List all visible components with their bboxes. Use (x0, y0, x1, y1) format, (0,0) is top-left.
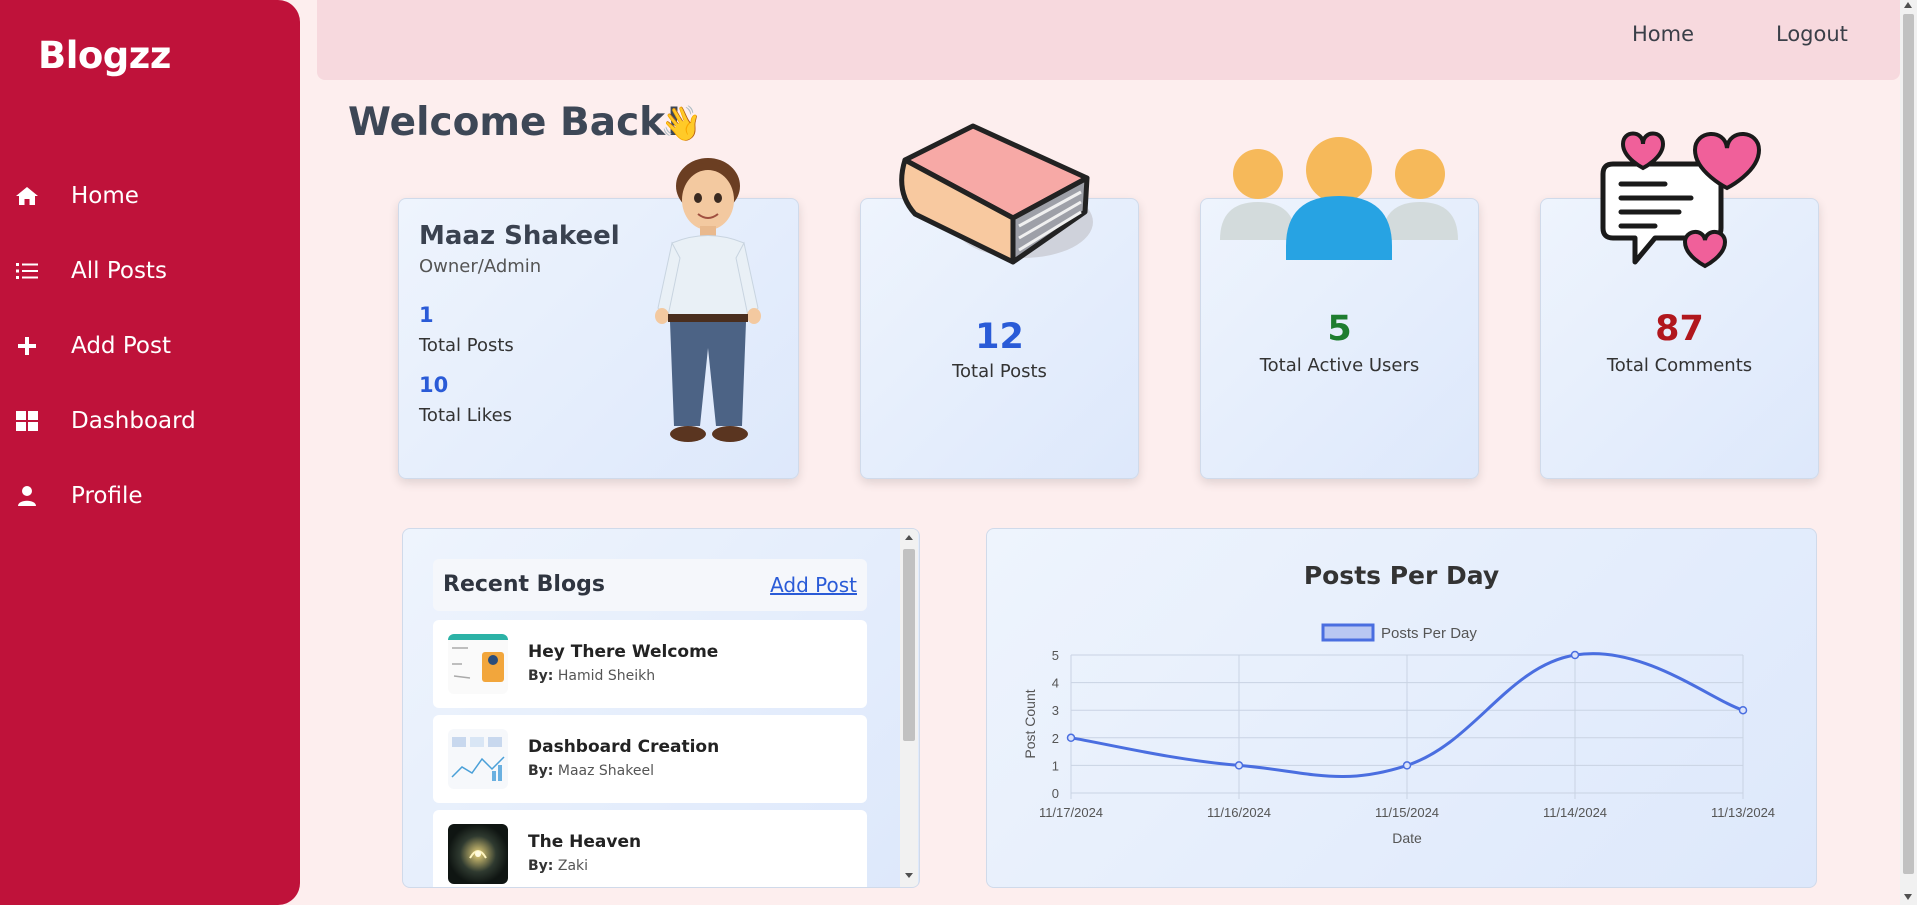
posts-per-day-chart: 0 1 2 3 4 5 11/17/2024 11/16/2024 11/15/2024 11/1… (1022, 623, 1775, 846)
blog-title: The Heaven (528, 832, 642, 852)
sidebar-item-label: Profile (71, 483, 143, 509)
x-tick-label: 11/16/2024 (1207, 805, 1271, 820)
list-icon (14, 258, 40, 284)
comments-heart-icon (1600, 131, 1761, 269)
x-tick-label: 11/17/2024 (1039, 805, 1103, 820)
list-item[interactable]: Dashboard Creation By: Maaz Shakeel (433, 715, 867, 803)
y-tick-label: 2 (1052, 731, 1059, 746)
blog-thumbnail (448, 634, 508, 694)
user-icon (14, 483, 40, 509)
topnav-logout-link[interactable]: Logout (1776, 22, 1848, 46)
page-scrollbar[interactable] (1900, 0, 1917, 905)
stat-value: 5 (1327, 309, 1352, 349)
y-tick-label: 1 (1052, 758, 1059, 773)
blog-thumbnail (448, 729, 508, 789)
recent-blogs-scrollbar[interactable] (900, 529, 918, 887)
data-point (1402, 761, 1412, 770)
y-tick-label: 5 (1052, 648, 1059, 663)
author-name: Hamid Sheikh (557, 668, 656, 684)
sidebar-item-profile[interactable]: Profile (14, 476, 284, 516)
grid-icon (14, 408, 40, 434)
list-item[interactable]: Hey There Welcome By: Hamid Sheikh (433, 620, 867, 708)
blog-thumbnail (448, 824, 508, 884)
scrollbar-thumb[interactable] (1903, 14, 1914, 874)
profile-posts-label: Total Posts (419, 335, 514, 356)
data-point (1234, 761, 1244, 770)
scroll-down-arrow-icon[interactable] (905, 873, 913, 878)
author-name: Zaki (557, 858, 589, 874)
top-navbar: Home Logout (317, 0, 1900, 80)
sidebar-item-label: Dashboard (71, 408, 196, 434)
sidebar-item-label: Home (71, 183, 139, 209)
avatar-character-illustration (655, 158, 761, 442)
scrollbar-thumb[interactable] (903, 549, 915, 741)
profile-role: Owner/Admin (419, 256, 542, 277)
y-axis-label: Post Count (1022, 689, 1038, 758)
sidebar-item-label: All Posts (71, 258, 167, 284)
by-label: By: (528, 763, 554, 779)
legend-label: Posts Per Day (1381, 625, 1477, 642)
recent-blogs-header: Recent Blogs Add Post (433, 559, 867, 611)
x-tick-label: 11/13/2024 (1711, 805, 1775, 820)
author-name: Maaz Shakeel (557, 763, 654, 779)
data-point (1570, 650, 1580, 660)
profile-likes-label: Total Likes (419, 405, 513, 426)
stat-label: Total Comments (1606, 355, 1753, 376)
sidebar: Blogzz Home All Posts Add Post Dashboard… (0, 0, 300, 905)
sidebar-item-all-posts[interactable]: All Posts (14, 251, 284, 291)
blog-title: Dashboard Creation (528, 737, 720, 757)
sidebar-item-dashboard[interactable]: Dashboard (14, 401, 284, 441)
profile-name: Maaz Shakeel (419, 221, 620, 251)
profile-posts-count: 1 (419, 303, 434, 327)
profile-likes-count: 10 (419, 373, 449, 397)
scroll-up-arrow-icon[interactable] (905, 535, 913, 540)
blog-author: By: Hamid Sheikh (528, 668, 655, 684)
blog-author: By: Maaz Shakeel (528, 763, 654, 779)
blog-author: By: Zaki (528, 858, 588, 874)
page-title: Welcome Back! (348, 100, 683, 145)
list-item[interactable]: The Heaven By: Zaki (433, 810, 867, 887)
home-icon (14, 183, 40, 209)
stat-label: Total Posts (952, 361, 1047, 382)
by-label: By: (528, 668, 554, 684)
sidebar-item-add-post[interactable]: Add Post (14, 326, 284, 366)
y-tick-label: 3 (1052, 703, 1059, 718)
x-tick-label: 11/15/2024 (1375, 805, 1439, 820)
blog-title: Hey There Welcome (528, 642, 719, 662)
recent-blogs-panel: Recent Blogs Add Post Hey There Welcome … (402, 528, 920, 888)
scroll-down-arrow-icon[interactable] (1904, 894, 1912, 900)
recent-blogs-title: Recent Blogs (443, 572, 605, 597)
legend-swatch (1321, 623, 1375, 642)
scroll-up-arrow-icon[interactable] (1904, 2, 1912, 8)
by-label: By: (528, 858, 554, 874)
waving-hand-icon: 👋 (660, 104, 703, 144)
book-icon (899, 123, 1093, 265)
y-tick-label: 4 (1052, 676, 1059, 691)
users-icon (1220, 137, 1458, 260)
x-axis-label: Date (1392, 830, 1422, 846)
plus-icon (14, 333, 40, 359)
stat-value: 12 (975, 317, 1024, 357)
data-point (1738, 705, 1748, 715)
sidebar-item-label: Add Post (71, 333, 171, 359)
y-tick-label: 0 (1052, 786, 1059, 801)
posts-per-day-chart-panel: Posts Per Day 0 1 2 3 4 5 11/17/2024 11/16/2024… (986, 528, 1817, 888)
sidebar-item-home[interactable]: Home (14, 176, 284, 216)
brand-logo[interactable]: Blogzz (38, 34, 171, 77)
stat-value: 87 (1655, 309, 1704, 349)
topnav-home-link[interactable]: Home (1632, 22, 1694, 46)
data-point (1066, 733, 1076, 743)
x-tick-label: 11/14/2024 (1543, 805, 1607, 820)
stat-label: Total Active Users (1259, 355, 1420, 376)
add-post-link[interactable]: Add Post (770, 573, 857, 597)
